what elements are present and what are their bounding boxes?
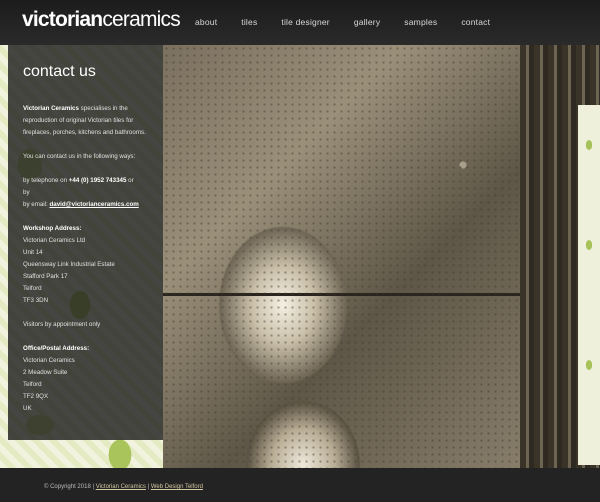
phone-number[interactable]: +44 (0) 1952 743345 <box>69 177 127 184</box>
phone-line: by telephone on +44 (0) 1952 743345 or <box>23 177 134 184</box>
nav-about[interactable]: about <box>195 17 217 27</box>
workshop-line: Stafford Park 17 <box>23 273 68 280</box>
workshop-line: Unit 14 <box>23 249 43 256</box>
workshop-heading: Workshop Address: <box>23 225 82 232</box>
email-link[interactable]: david@victorianceramics.com <box>49 201 138 208</box>
postal-line: Victorian Ceramics <box>23 357 75 364</box>
postal-heading: Office/Postal Address: <box>23 345 90 352</box>
workshop-line: Telford <box>23 285 42 292</box>
nav-gallery[interactable]: gallery <box>354 17 380 27</box>
copyright-text: © Copyright 2018 | <box>44 484 96 490</box>
workshop-line: TF3 3DN <box>23 297 49 304</box>
fireplace-reeded-edge <box>520 45 600 468</box>
by-line: by <box>23 189 30 196</box>
main-nav: about tiles tile designer gallery sample… <box>195 17 514 27</box>
site-logo[interactable]: victorianceramics <box>22 8 181 32</box>
nav-samples[interactable]: samples <box>404 17 437 27</box>
contact-ways-text: You can contact us in the following ways… <box>23 153 136 160</box>
footer-link-web-design[interactable]: Web Design Telford <box>151 484 203 490</box>
metal-fireplace-insert <box>163 45 543 468</box>
workshop-line: Queensway Link Industrial Estate <box>23 261 115 268</box>
contact-panel: contact us Victorian Ceramics specialise… <box>8 45 163 440</box>
nav-tiles[interactable]: tiles <box>241 17 257 27</box>
postal-line: 2 Meadow Suite <box>23 369 68 376</box>
postal-line: Telford <box>23 381 42 388</box>
page-title: contact us <box>23 63 96 80</box>
intro-paragraph: Victorian Ceramics specialises in the re… <box>23 105 146 136</box>
postal-line: UK <box>23 405 32 412</box>
footer-link-victorian-ceramics[interactable]: Victorian Ceramics <box>96 484 146 490</box>
workshop-line: Victorian Ceramics Ltd <box>23 237 86 244</box>
nav-contact[interactable]: contact <box>461 17 490 27</box>
nav-tile-designer[interactable]: tile designer <box>281 17 329 27</box>
site-header: victorianceramics about tiles tile desig… <box>0 0 600 45</box>
email-line: by email: david@victorianceramics.com <box>23 201 139 208</box>
visitors-note: Visitors by appointment only <box>23 321 101 328</box>
site-footer: © Copyright 2018 | Victorian Ceramics | … <box>0 468 600 502</box>
postal-line: TF2 9QX <box>23 393 49 400</box>
